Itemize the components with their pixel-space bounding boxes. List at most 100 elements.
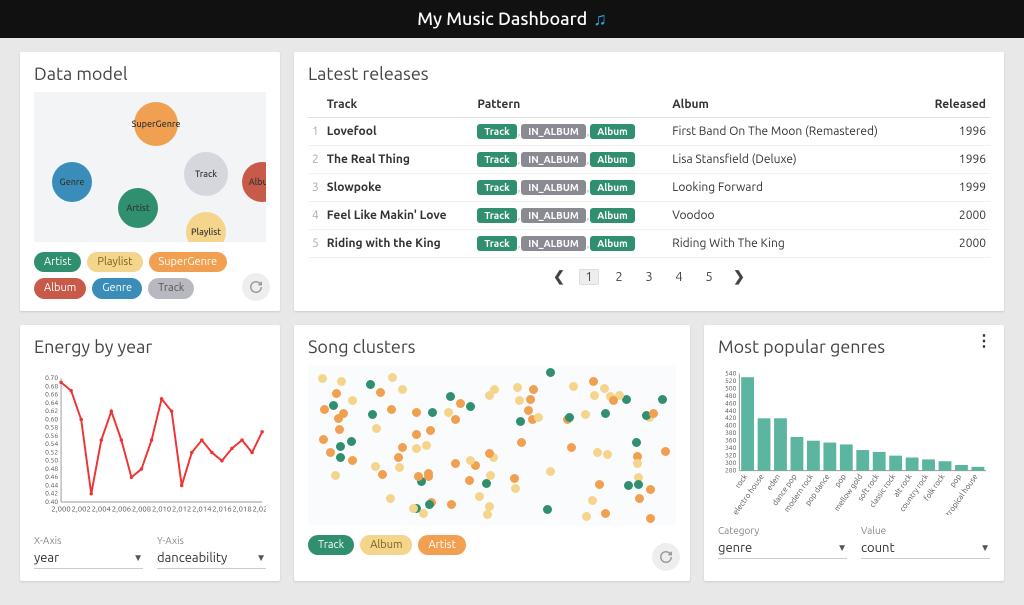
svg-text:2,004: 2,004 <box>92 505 111 513</box>
cluster-node <box>398 385 407 394</box>
pager-prev[interactable]: ❮ <box>549 268 569 285</box>
pager-page[interactable]: 2 <box>609 270 629 284</box>
cluster-node <box>347 437 356 446</box>
card-title: Energy by year <box>34 337 266 357</box>
tag-track: Track <box>477 152 516 167</box>
cluster-node <box>368 410 377 419</box>
table-row[interactable]: 5Riding with the KingTrack,IN_ALBUM,Albu… <box>308 230 990 258</box>
cluster-node <box>565 413 574 422</box>
table-row[interactable]: 4Feel Like Makin' LoveTrack,IN_ALBUM,Alb… <box>308 202 990 230</box>
svg-text:0.42: 0.42 <box>45 490 58 497</box>
cluster-node <box>635 494 644 503</box>
svg-text:0.66: 0.66 <box>45 391 58 398</box>
caret-down-icon: ▼ <box>837 542 847 554</box>
svg-text:0.48: 0.48 <box>45 466 58 473</box>
line-chart[interactable]: 0.400.420.440.460.480.500.520.540.560.58… <box>34 365 266 525</box>
cluster-node <box>424 472 433 481</box>
cluster-node <box>567 443 576 452</box>
tag-album: Album <box>590 124 635 139</box>
graph-node-playlist[interactable]: Playlist <box>186 212 226 242</box>
svg-text:380: 380 <box>725 430 737 437</box>
cluster-node <box>395 463 404 472</box>
svg-text:2,014: 2,014 <box>192 505 211 513</box>
svg-text:0.52: 0.52 <box>45 449 58 456</box>
svg-text:pop: pop <box>834 472 849 488</box>
yaxis-select[interactable]: danceability ▼ <box>157 548 266 569</box>
legend-pill[interactable]: Artist <box>418 535 465 555</box>
cluster-node <box>318 374 327 383</box>
legend-pill[interactable]: Album <box>34 278 86 298</box>
tag-relation: IN_ALBUM <box>521 236 586 251</box>
cluster-node <box>348 396 357 405</box>
svg-text:2,018: 2,018 <box>232 505 251 513</box>
legend-pill[interactable]: SuperGenre <box>149 252 228 272</box>
cell-album: Riding With The King <box>668 230 920 258</box>
xaxis-select[interactable]: year ▼ <box>34 548 143 569</box>
cluster-diagram[interactable] <box>308 365 676 525</box>
svg-text:0.68: 0.68 <box>45 383 58 390</box>
graph-node-album[interactable]: Album <box>242 162 266 202</box>
cluster-node <box>603 450 612 459</box>
cluster-node <box>601 509 610 518</box>
cluster-node <box>588 496 597 505</box>
pager-page[interactable]: 3 <box>639 270 659 284</box>
graph-diagram[interactable]: SuperGenre Genre Artist Track Album Playlist <box>34 92 266 242</box>
graph-node-track[interactable]: Track <box>184 152 228 196</box>
value-select[interactable]: count ▼ <box>861 538 990 559</box>
legend-pill[interactable]: Track <box>308 535 354 555</box>
cluster-node <box>398 443 407 452</box>
tag-track: Track <box>477 124 516 139</box>
legend-pill[interactable]: Track <box>148 278 194 298</box>
pager-page[interactable]: 5 <box>699 270 719 284</box>
table-row[interactable]: 3SlowpokeTrack,IN_ALBUM,AlbumLooking For… <box>308 174 990 202</box>
cell-pattern: Track,IN_ALBUM,Album <box>473 174 668 202</box>
svg-text:0.56: 0.56 <box>45 433 58 440</box>
svg-text:0.46: 0.46 <box>45 474 58 481</box>
cluster-node <box>485 502 494 511</box>
pager-page[interactable]: 1 <box>579 269 599 285</box>
cluster-node <box>335 425 344 434</box>
cluster-node <box>426 426 435 435</box>
tag-relation: IN_ALBUM <box>521 152 586 167</box>
category-select[interactable]: genre ▼ <box>718 538 847 559</box>
legend-pill[interactable]: Playlist <box>87 252 142 272</box>
cluster-node <box>524 406 533 415</box>
cluster-node <box>485 449 494 458</box>
cluster-node <box>526 395 535 404</box>
card-title: Most popular genres <box>718 337 990 357</box>
cluster-node <box>332 389 341 398</box>
svg-text:460: 460 <box>725 400 737 407</box>
graph-node-genre[interactable]: Genre <box>52 162 92 202</box>
refresh-button[interactable] <box>652 543 680 571</box>
cluster-node <box>590 391 599 400</box>
cluster-node <box>581 410 590 419</box>
col-pattern: Pattern <box>473 92 668 118</box>
cluster-node <box>412 408 421 417</box>
graph-node-artist[interactable]: Artist <box>118 188 158 228</box>
cluster-node <box>510 474 519 483</box>
card-menu-button[interactable]: ⋮ <box>976 337 992 345</box>
cluster-node <box>419 509 428 518</box>
pager-next[interactable]: ❯ <box>729 268 749 285</box>
tag-track: Track <box>477 208 516 223</box>
tag-album: Album <box>590 208 635 223</box>
refresh-button[interactable] <box>242 273 270 301</box>
legend-pill[interactable]: Genre <box>92 278 142 298</box>
svg-text:2,002: 2,002 <box>72 505 91 513</box>
graph-node-supergenre[interactable]: SuperGenre <box>134 102 178 146</box>
cluster-node <box>593 448 602 457</box>
latest-releases-card: Latest releases Track Pattern Album Rele… <box>294 52 1004 311</box>
legend-pill[interactable]: Artist <box>34 252 81 272</box>
bar-chart[interactable]: 2803003203403603804004204404604805005205… <box>718 365 990 515</box>
svg-text:2,020: 2,020 <box>252 505 266 513</box>
cluster-node <box>465 476 474 485</box>
cluster-node <box>534 413 543 422</box>
tag-track: Track <box>477 236 516 251</box>
table-row[interactable]: 1LovefoolTrack,IN_ALBUM,AlbumFirst Band … <box>308 118 990 146</box>
cluster-node <box>339 409 348 418</box>
pager-page[interactable]: 4 <box>669 270 689 284</box>
cluster-node <box>632 438 641 447</box>
cluster-node <box>482 479 491 488</box>
legend-pill[interactable]: Album <box>360 535 412 555</box>
table-row[interactable]: 2The Real ThingTrack,IN_ALBUM,AlbumLisa … <box>308 146 990 174</box>
